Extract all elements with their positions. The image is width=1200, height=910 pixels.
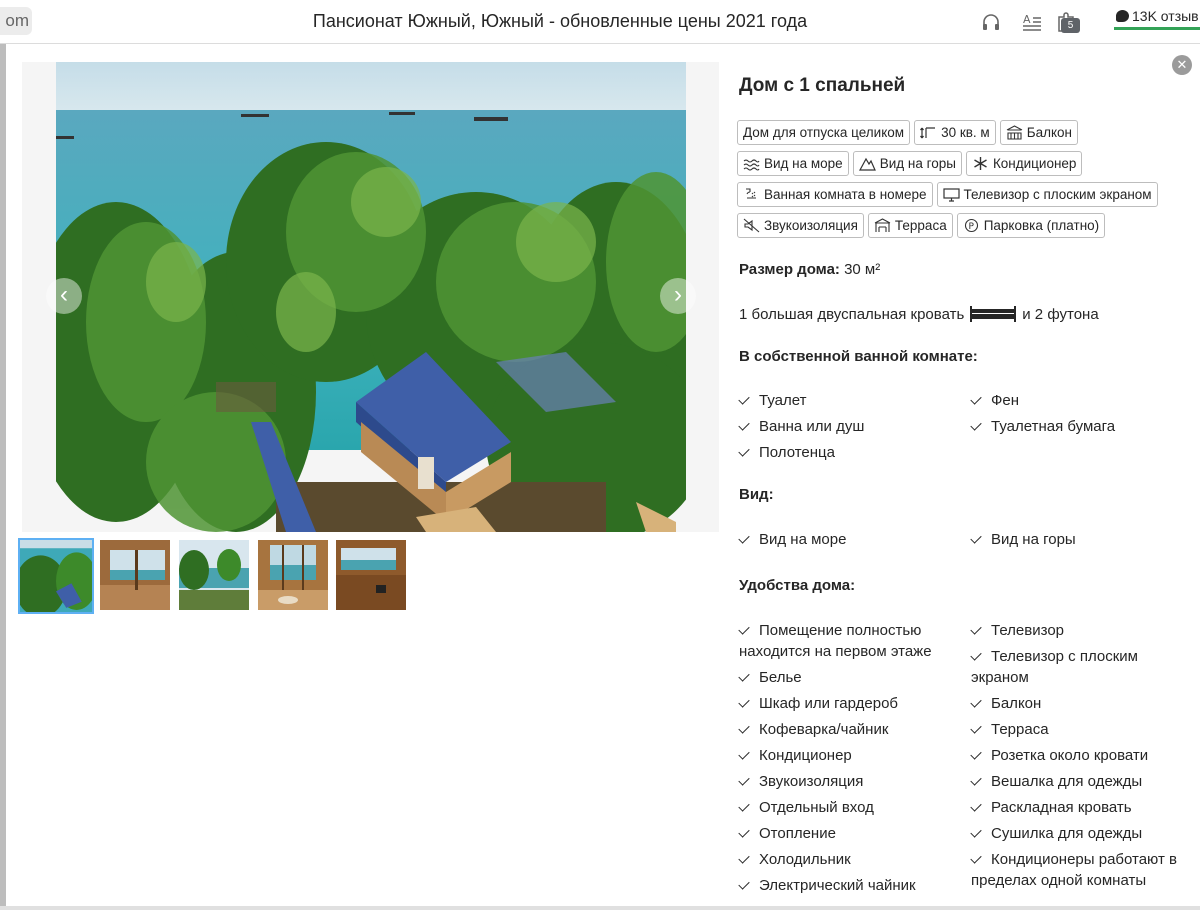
- snowflake-icon: [972, 156, 989, 171]
- balcony-icon: [1006, 125, 1023, 140]
- chip-sea-view: Вид на море: [737, 151, 849, 176]
- thumbnail[interactable]: [18, 538, 94, 614]
- bathroom-list-right: Фен Туалетная бумага: [971, 390, 1200, 442]
- view-heading: Вид:: [739, 486, 774, 503]
- list-item: Вид на горы: [971, 529, 1200, 550]
- list-item: Розетка около кровати: [971, 745, 1193, 766]
- list-item: Шкаф или гардероб: [739, 693, 954, 714]
- list-item: Звукоизоляция: [739, 771, 954, 792]
- double-bed-icon: [968, 303, 1018, 325]
- list-item: Холодильник: [739, 849, 954, 870]
- area-icon: [920, 125, 937, 140]
- browser-toolbar: om Пансионат Южный, Южный - обновленные …: [0, 0, 1200, 44]
- list-item: Кондиционеры работают в пределах одной к…: [971, 849, 1193, 891]
- bathroom-list-left: Туалет Ванна или душ Полотенца: [739, 390, 969, 468]
- list-item: Электрический чайник: [739, 875, 954, 896]
- chip-mountain-view: Вид на горы: [852, 151, 962, 176]
- chip-balcony: Балкон: [999, 120, 1078, 145]
- list-item: Туалетная бумага: [971, 416, 1200, 437]
- reviews-count: 13K отзыв: [1132, 8, 1199, 24]
- list-item: Помещение полностью находится на первом …: [739, 620, 954, 662]
- facility-chips: Дом для отпуска целиком 30 кв. м Балкон …: [737, 120, 1177, 244]
- comment-icon: [1116, 10, 1129, 22]
- thumbnail[interactable]: [336, 540, 406, 610]
- list-item: Сушилка для одежды: [971, 823, 1193, 844]
- svg-text:A: A: [1023, 13, 1031, 26]
- chip-flat-tv: Телевизор с плоским экраном: [936, 182, 1158, 207]
- reader-icon[interactable]: A: [1020, 10, 1044, 34]
- chip-terrace: Терраса: [867, 213, 953, 238]
- view-list-right: Вид на горы: [971, 529, 1200, 555]
- sea-view-icon: [743, 156, 760, 171]
- chip-area: 30 кв. м: [914, 120, 996, 145]
- chip-soundproofing: Звукоизоляция: [737, 213, 864, 238]
- house-size: Размер дома: 30 м²: [739, 261, 881, 278]
- chip-entire-house: Дом для отпуска целиком: [737, 120, 911, 145]
- terrace-icon: [874, 218, 891, 233]
- list-item: Отопление: [739, 823, 954, 844]
- room-title: Дом с 1 спальней: [739, 75, 906, 96]
- list-item: Фен: [971, 390, 1200, 411]
- list-item: Отдельный вход: [739, 797, 954, 818]
- svg-text:P: P: [968, 222, 974, 232]
- list-item: Вешалка для одежды: [971, 771, 1193, 792]
- list-item: Вид на море: [739, 529, 969, 550]
- amenities-list-left: Помещение полностью находится на первом …: [739, 620, 954, 901]
- reviews-underline: [1114, 27, 1200, 30]
- list-item: Ванна или душ: [739, 416, 969, 437]
- tv-icon: [942, 187, 960, 202]
- list-item: Телевизор с плоским экраном: [971, 646, 1193, 688]
- prev-photo-button[interactable]: ‹: [46, 278, 82, 314]
- thumbnail[interactable]: [179, 540, 249, 610]
- amenities-list-right: Телевизор Телевизор с плоским экраном Ба…: [971, 620, 1193, 896]
- chip-parking: P Парковка (платно): [956, 213, 1106, 238]
- url-bar[interactable]: om: [0, 7, 32, 35]
- thumbnail[interactable]: [258, 540, 328, 610]
- amenities-heading: Удобства дома:: [739, 577, 856, 594]
- list-item: Туалет: [739, 390, 969, 411]
- bath-icon: [743, 187, 760, 202]
- headphones-icon[interactable]: [979, 10, 1003, 34]
- close-icon[interactable]: ✕: [1172, 55, 1192, 75]
- list-item: Кондиционер: [739, 745, 954, 766]
- list-item: Полотенца: [739, 442, 969, 463]
- list-item: Телевизор: [971, 620, 1193, 641]
- view-list-left: Вид на море: [739, 529, 969, 555]
- thumbnail[interactable]: [100, 540, 170, 610]
- list-item: Белье: [739, 667, 954, 688]
- bed-info: 1 большая двуспальная кровать и 2 футона: [739, 303, 1099, 325]
- page-title: Пансионат Южный, Южный - обновленные цен…: [312, 11, 808, 31]
- chip-private-bathroom: Ванная комната в номере: [737, 182, 933, 207]
- list-item: Терраса: [971, 719, 1193, 740]
- next-photo-button[interactable]: ›: [660, 278, 696, 314]
- list-item: Кофеварка/чайник: [739, 719, 954, 740]
- main-photo[interactable]: [56, 62, 686, 532]
- bathroom-heading: В собственной ванной комнате:: [739, 348, 978, 365]
- parking-icon: P: [963, 218, 980, 233]
- list-item: Балкон: [971, 693, 1193, 714]
- list-item: Раскладная кровать: [971, 797, 1193, 818]
- chip-air-conditioning: Кондиционер: [965, 151, 1083, 176]
- mountain-icon: [858, 156, 876, 171]
- soundproof-icon: [743, 218, 760, 233]
- horizontal-scrollbar[interactable]: [0, 906, 1200, 910]
- extension-badge: 5: [1061, 18, 1080, 33]
